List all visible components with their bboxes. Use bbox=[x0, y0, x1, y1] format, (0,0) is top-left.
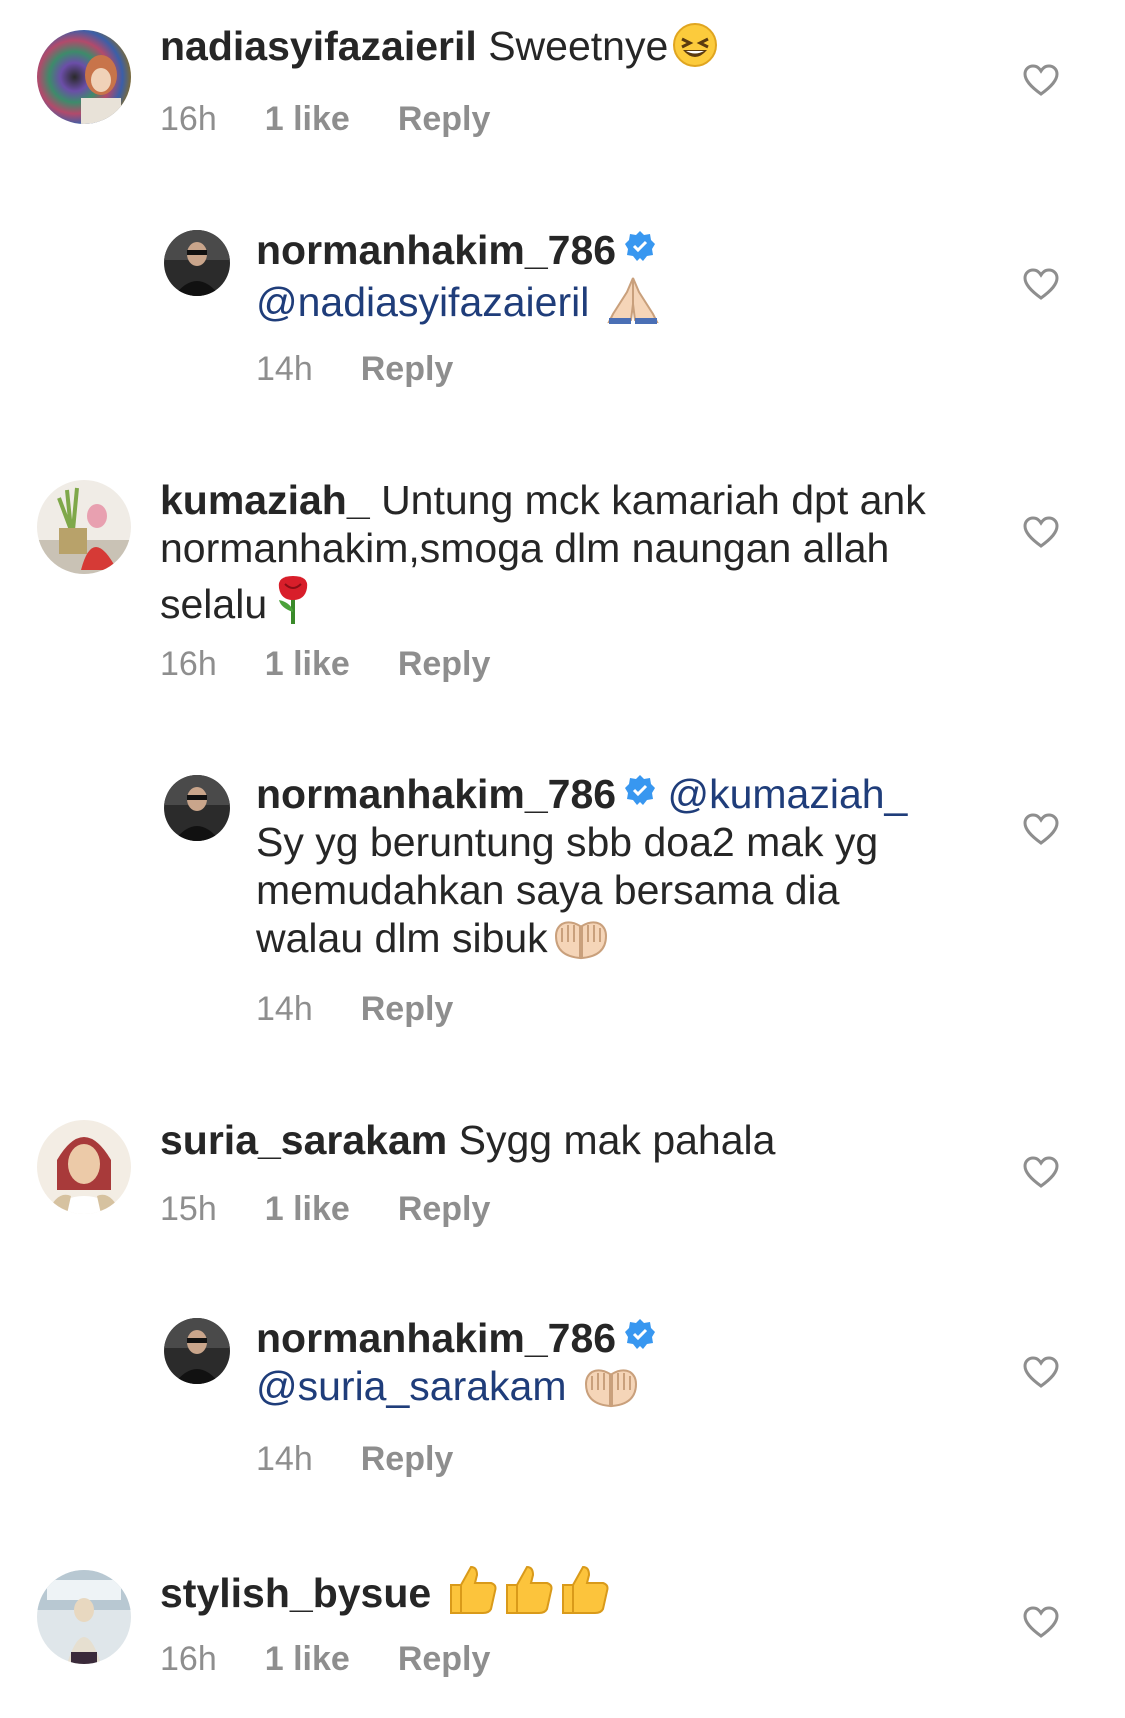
heart-outline-icon[interactable] bbox=[1022, 1605, 1060, 1639]
comment-meta: 14h Reply bbox=[256, 1440, 501, 1479]
comment-meta: 16h 1 like Reply bbox=[160, 1640, 538, 1679]
comment-time: 14h bbox=[256, 350, 313, 388]
heart-outline-icon[interactable] bbox=[1022, 515, 1060, 549]
comment-time: 16h bbox=[160, 100, 217, 138]
avatar[interactable] bbox=[164, 1318, 230, 1384]
avatar[interactable] bbox=[37, 30, 131, 124]
comment-username[interactable]: nadiasyifazaieril bbox=[160, 23, 477, 69]
reply-button[interactable]: Reply bbox=[361, 350, 454, 388]
heart-outline-icon[interactable] bbox=[1022, 1155, 1060, 1189]
comment-username[interactable]: suria_sarakam bbox=[160, 1117, 447, 1163]
comment-text: Sweetnye bbox=[488, 23, 669, 69]
comment-meta: 14h Reply bbox=[256, 990, 501, 1029]
comment-mention[interactable]: @kumaziah_ bbox=[667, 771, 907, 817]
comment-time: 14h bbox=[256, 990, 313, 1028]
comment-username[interactable]: normanhakim_786 bbox=[256, 1315, 616, 1361]
palms-up-together-icon bbox=[552, 916, 610, 970]
comment-time: 16h bbox=[160, 1640, 217, 1678]
folded-hands-icon bbox=[605, 274, 661, 334]
heart-outline-icon[interactable] bbox=[1022, 812, 1060, 846]
avatar[interactable] bbox=[37, 1570, 131, 1664]
comment-username[interactable]: normanhakim_786 bbox=[256, 771, 616, 817]
comment-time: 15h bbox=[160, 1190, 217, 1228]
reply-button[interactable]: Reply bbox=[398, 645, 491, 683]
palms-up-together-icon bbox=[582, 1364, 640, 1418]
comment-meta: 14h Reply bbox=[256, 350, 501, 389]
comment-body: normanhakim_786 @suria_sarakam bbox=[256, 1314, 956, 1418]
comment-body: nadiasyifazaieril Sweetnye bbox=[160, 22, 930, 78]
avatar[interactable] bbox=[164, 230, 230, 296]
avatar[interactable] bbox=[37, 1120, 131, 1214]
comment-username[interactable]: kumaziah_ bbox=[160, 477, 370, 523]
comment-body: kumaziah_ Untung mck kamariah dpt ank no… bbox=[160, 476, 930, 636]
comment-body: normanhakim_786 @nadiasyifazaieril bbox=[256, 226, 956, 334]
comment-time: 14h bbox=[256, 1440, 313, 1478]
comment-likes[interactable]: 1 like bbox=[265, 1190, 350, 1228]
comment-meta: 16h 1 like Reply bbox=[160, 100, 538, 139]
thumbs-up-icon bbox=[447, 1563, 499, 1625]
rose-icon bbox=[271, 572, 315, 636]
comment-username[interactable]: stylish_bysue bbox=[160, 1570, 431, 1616]
verified-badge-icon bbox=[625, 775, 656, 805]
heart-outline-icon[interactable] bbox=[1022, 63, 1060, 97]
comment-body: suria_sarakam Sygg mak pahala bbox=[160, 1116, 930, 1164]
comment-meta: 15h 1 like Reply bbox=[160, 1190, 538, 1229]
avatar[interactable] bbox=[37, 480, 131, 574]
comment-body: stylish_bysue bbox=[160, 1563, 930, 1625]
avatar[interactable] bbox=[164, 775, 230, 841]
reply-button[interactable]: Reply bbox=[361, 1440, 454, 1478]
comment-time: 16h bbox=[160, 645, 217, 683]
reply-button[interactable]: Reply bbox=[398, 100, 491, 138]
comment-likes[interactable]: 1 like bbox=[265, 1640, 350, 1678]
heart-outline-icon[interactable] bbox=[1022, 1355, 1060, 1389]
verified-badge-icon bbox=[625, 231, 656, 261]
heart-outline-icon[interactable] bbox=[1022, 267, 1060, 301]
comment-username[interactable]: normanhakim_786 bbox=[256, 227, 616, 273]
comment-text: Sygg mak pahala bbox=[458, 1117, 776, 1163]
thumbs-up-icon bbox=[559, 1563, 611, 1625]
reply-button[interactable]: Reply bbox=[361, 990, 454, 1028]
comment-meta: 16h 1 like Reply bbox=[160, 645, 538, 684]
verified-badge-icon bbox=[625, 1319, 656, 1349]
comment-likes[interactable]: 1 like bbox=[265, 645, 350, 683]
reply-button[interactable]: Reply bbox=[398, 1640, 491, 1678]
reply-button[interactable]: Reply bbox=[398, 1190, 491, 1228]
comment-mention[interactable]: @suria_sarakam bbox=[256, 1363, 567, 1409]
comment-body: normanhakim_786 @kumaziah_ Sy yg beruntu… bbox=[256, 770, 956, 970]
comment-mention[interactable]: @nadiasyifazaieril bbox=[256, 279, 589, 325]
thumbs-up-icon bbox=[503, 1563, 555, 1625]
grinning-squinting-face-icon bbox=[672, 22, 718, 78]
comment-likes[interactable]: 1 like bbox=[265, 100, 350, 138]
